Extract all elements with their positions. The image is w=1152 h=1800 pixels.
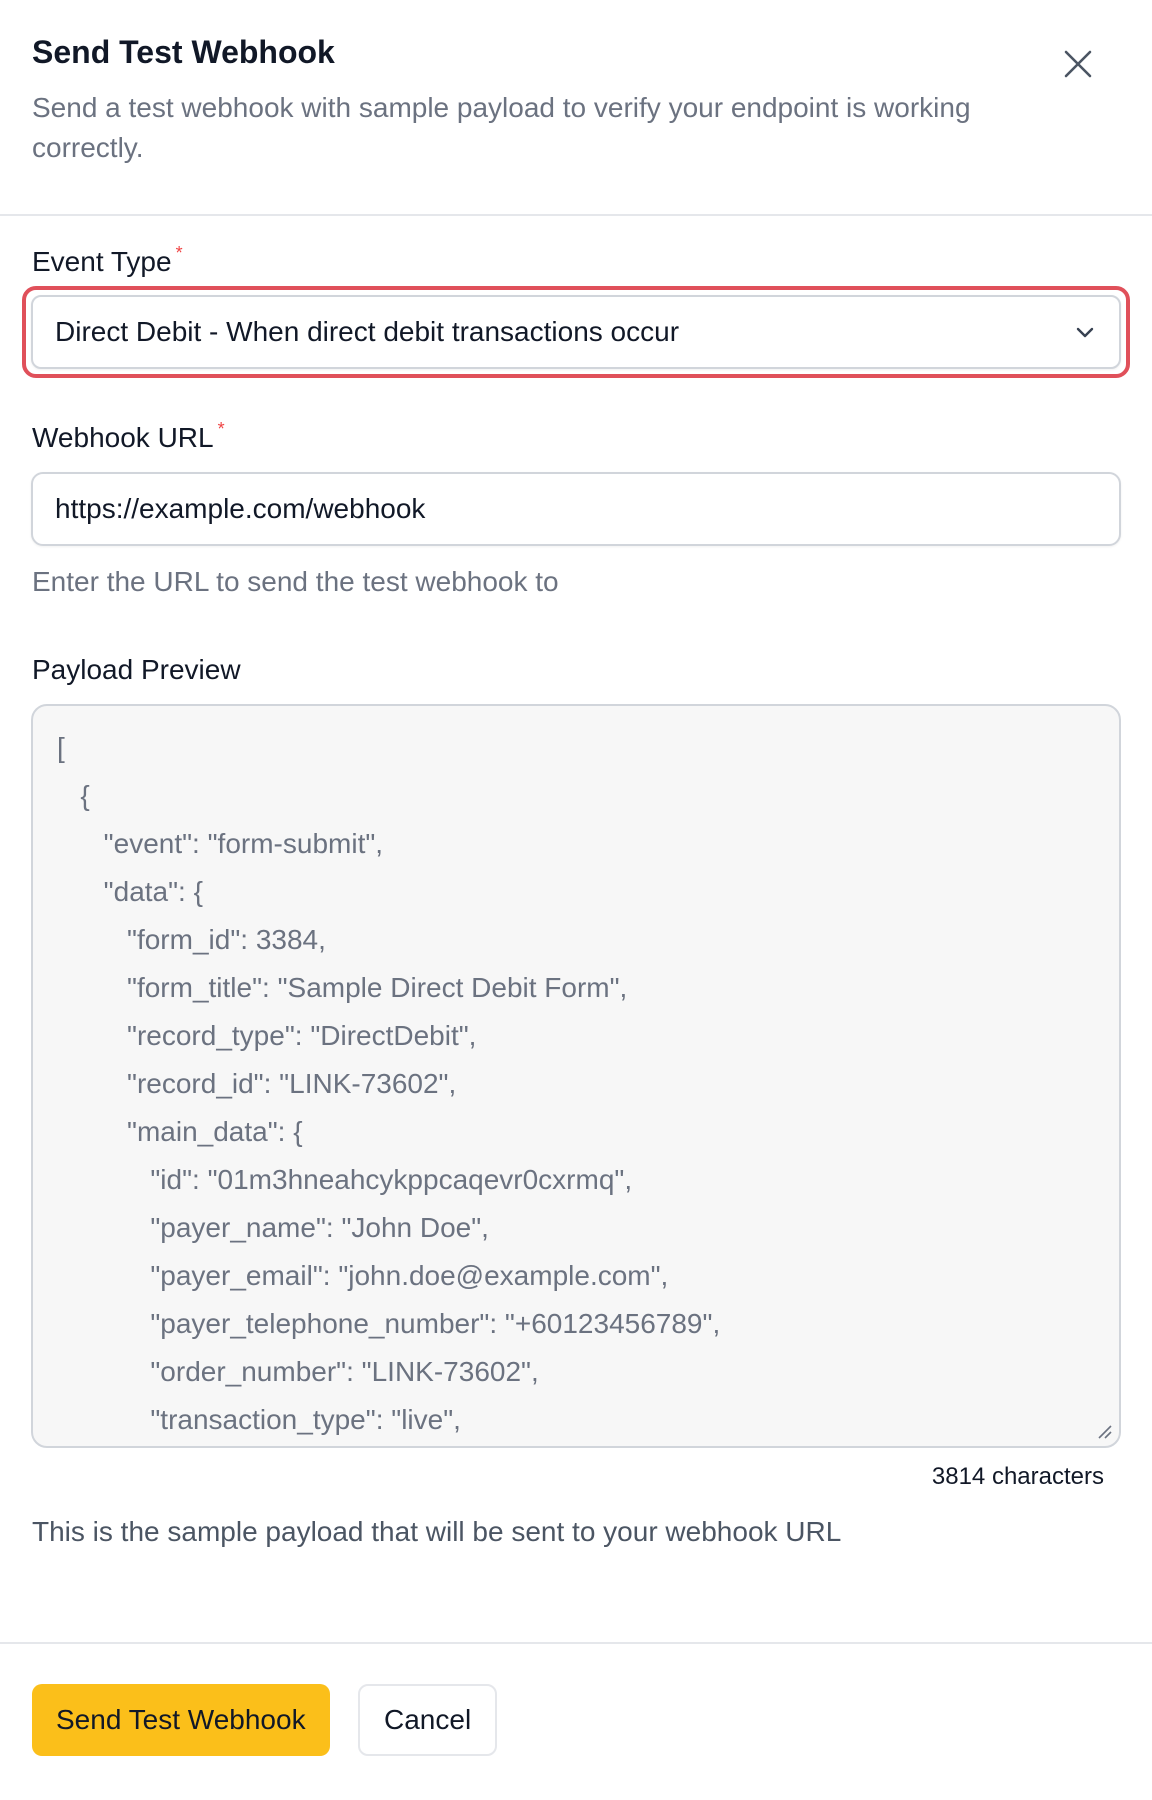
- event-type-focus-ring: Direct Debit - When direct debit transac…: [22, 286, 1130, 378]
- payload-code-line: "form_id": 3384,: [57, 924, 326, 955]
- payload-preview-label-text: Payload Preview: [32, 654, 241, 685]
- payload-code-line: "payer_telephone_number": "+60123456789"…: [57, 1308, 721, 1339]
- chevron-down-icon: [1076, 327, 1094, 338]
- dialog-header: Send Test Webhook Send a test webhook wi…: [0, 0, 1152, 216]
- webhook-url-label-text: Webhook URL: [32, 422, 214, 453]
- required-mark: *: [175, 243, 183, 263]
- webhook-url-input[interactable]: [31, 472, 1121, 546]
- payload-preview-textarea[interactable]: [ { "event": "form-submit", "data": { "f…: [31, 704, 1121, 1448]
- payload-code-line: "order_number": "LINK-73602",: [57, 1356, 539, 1387]
- payload-code-line: "transaction_type": "live",: [57, 1404, 461, 1435]
- close-icon: [1064, 50, 1092, 78]
- payload-code-line: {: [57, 780, 90, 811]
- payload-code-line: "record_id": "LINK-73602",: [57, 1068, 457, 1099]
- payload-code-line: "main_data": {: [57, 1116, 303, 1147]
- webhook-url-help-text: Enter the URL to send the test webhook t…: [32, 566, 559, 597]
- payload-code-line: "event": "form-submit",: [57, 828, 384, 859]
- payload-code: [ { "event": "form-submit", "data": { "f…: [57, 724, 1095, 1444]
- payload-code-line: "form_title": "Sample Direct Debit Form"…: [57, 972, 628, 1003]
- payload-code-line: "payer_name": "John Doe",: [57, 1212, 489, 1243]
- dialog-title: Send Test Webhook: [32, 34, 335, 70]
- close-button[interactable]: [1056, 42, 1100, 86]
- event-type-label-text: Event Type: [32, 246, 172, 277]
- webhook-url-label: Webhook URL *: [32, 420, 225, 456]
- payload-help-text: This is the sample payload that will be …: [32, 1516, 842, 1547]
- payload-code-line: "id": "01m3hneahcykppcaqevr0cxrmq",: [57, 1164, 633, 1195]
- payload-code-line: "record_type": "DirectDebit",: [57, 1020, 477, 1051]
- payload-code-line: [: [57, 732, 65, 763]
- send-test-webhook-button[interactable]: Send Test Webhook: [32, 1684, 330, 1756]
- dialog-description: Send a test webhook with sample payload …: [32, 92, 971, 163]
- send-test-webhook-dialog: Send Test Webhook Send a test webhook wi…: [0, 0, 1152, 1800]
- required-mark: *: [217, 419, 225, 439]
- event-type-label: Event Type *: [32, 244, 183, 280]
- payload-code-line: "data": {: [57, 876, 203, 907]
- dialog-footer: Send Test Webhook Cancel: [0, 1642, 1152, 1800]
- event-type-selected-value: Direct Debit - When direct debit transac…: [55, 316, 680, 347]
- cancel-button[interactable]: Cancel: [358, 1684, 498, 1756]
- character-count: 3814 characters: [931, 1463, 1104, 1490]
- payload-code-line: "payer_email": "john.doe@example.com",: [57, 1260, 669, 1291]
- resize-handle-icon[interactable]: [1095, 1422, 1113, 1440]
- event-type-select[interactable]: Direct Debit - When direct debit transac…: [31, 295, 1121, 369]
- payload-preview-label: Payload Preview: [32, 652, 241, 688]
